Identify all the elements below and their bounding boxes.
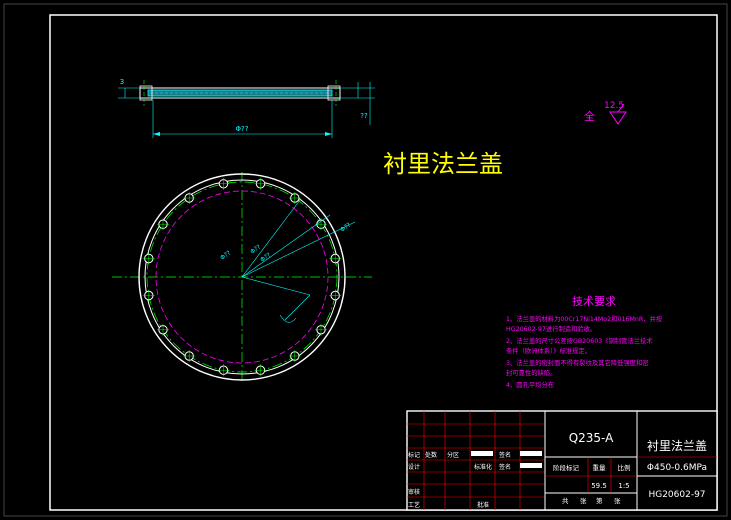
- dim-side-top: 3: [120, 78, 124, 86]
- tech-line-4: 条件（欧洲体系）》标准规定。: [506, 346, 591, 355]
- tb-weight: 59.5: [591, 482, 607, 490]
- surface-finish-value: 12.5: [604, 101, 624, 111]
- tb-scale-label: 比例: [618, 463, 631, 472]
- tb-sign-label: 签名: [499, 451, 511, 459]
- tech-heading: 技术要求: [572, 295, 616, 308]
- tb-weight-label: 重量: [593, 464, 607, 472]
- tb-rev-label: 标记: [408, 451, 420, 459]
- tb-sheet-label2: 张: [614, 496, 621, 505]
- drawing-canvas: Φ?? 3 ?? 全 12.5 衬里法兰盖 Φ?? Φ?? Φ?? Φ?? 技术…: [0, 0, 731, 520]
- tb-count-label: 处数: [425, 451, 437, 459]
- tech-line-7: 4、圆孔平均分布: [506, 380, 554, 389]
- tb-craft-label: 工艺: [408, 501, 420, 509]
- tech-line-2: HG20602-97进行制造和验收。: [506, 324, 596, 333]
- dim-top-width: Φ??: [236, 125, 249, 133]
- tech-line-1: 1、法兰盖的材料为00Cr17Ni14Mo2和016MnR，并按: [506, 314, 663, 323]
- tb-sheet-total: 共: [562, 496, 569, 505]
- tech-line-3: 2、法兰盖的尺寸公差按GB20603《钢制管法兰技术: [506, 336, 653, 345]
- tb-sheet-label: 张: [580, 496, 587, 505]
- tb-scale: 1:5: [618, 482, 629, 490]
- tb-material: Q235-A: [569, 431, 614, 445]
- surface-finish-prefix: 全: [584, 109, 595, 123]
- dim-side-right: ??: [360, 112, 368, 120]
- tb-stage-label: 阶段标记: [553, 463, 580, 472]
- tb-std-no: HG20602-97: [648, 490, 705, 500]
- tb-part-name: 衬里法兰盖: [647, 439, 707, 453]
- tb-sign-label2: 签名: [499, 463, 511, 471]
- tech-line-5: 3、法兰盖的密封面不得有裂纹及其它降低强度和密: [506, 358, 649, 367]
- tb-design-label: 设计: [408, 463, 420, 471]
- tb-zone-label: 分区: [447, 451, 459, 459]
- tb-sheet-no: 第: [596, 496, 603, 505]
- title-block: Q235-A 衬里法兰盖 Φ450-0.6MPa HG20602-97 阶段标记…: [406, 410, 718, 511]
- drawing-title: 衬里法兰盖: [383, 150, 503, 178]
- tech-line-6: 封可靠性的缺陷。: [506, 368, 556, 377]
- tb-approve-label: 批准: [477, 501, 489, 509]
- tb-spec: Φ450-0.6MPa: [647, 463, 707, 473]
- tb-std-label: 标准化: [474, 463, 492, 471]
- tb-check-label: 审核: [408, 488, 420, 496]
